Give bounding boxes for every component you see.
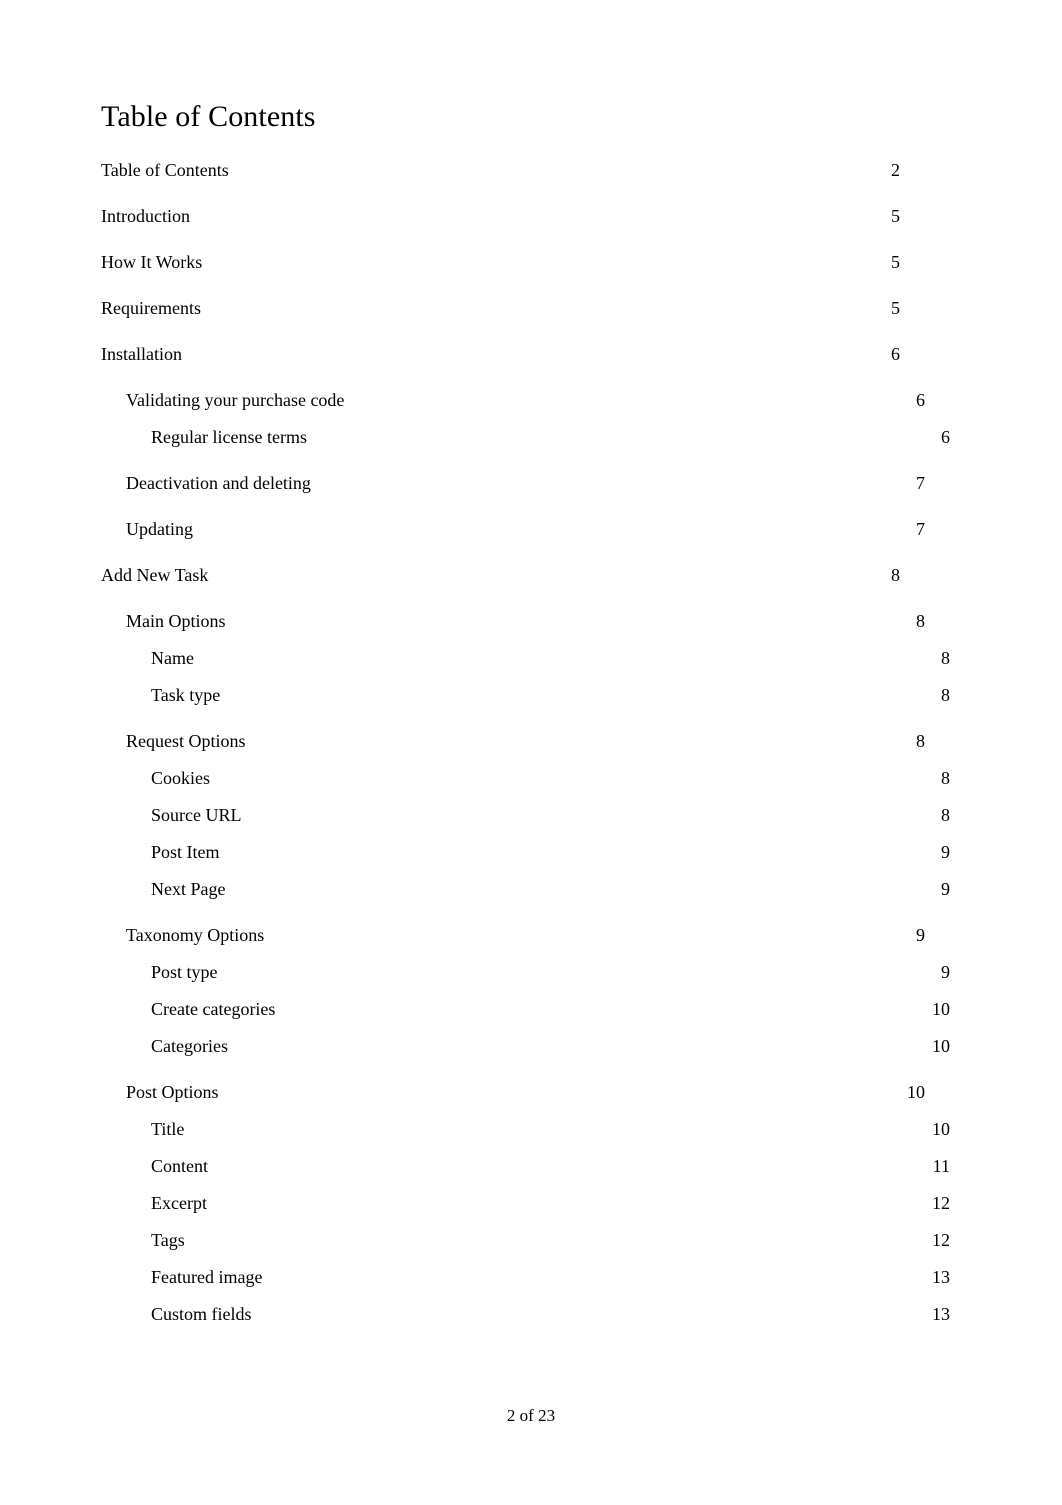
toc-entry[interactable]: Post type 9 (101, 960, 950, 984)
toc-entry[interactable]: Title 10 (101, 1117, 950, 1141)
toc-entry-label: How It Works (101, 252, 203, 272)
toc-entry-page-number: 8 (891, 565, 900, 585)
toc-entry-label: Cookies (151, 768, 211, 788)
toc-entry[interactable]: Featured image 13 (101, 1265, 950, 1289)
toc-entry[interactable]: Validating your purchase code 6 (101, 388, 925, 412)
toc-entry-page-number: 9 (941, 879, 950, 899)
toc-entry-label: Requirements (101, 298, 201, 318)
toc-entry-label: Deactivation and deleting (126, 473, 311, 493)
toc-entry-label: Categories (151, 1036, 228, 1056)
toc-entry-label: Introduction (101, 206, 190, 226)
table-of-contents-list: Table of Contents 2 Introduction 5 How It Wo… (101, 158, 950, 1326)
toc-entry-page-number: 8 (916, 731, 925, 751)
toc-entry-page-number: 8 (941, 805, 950, 825)
toc-entry-label: Content (151, 1156, 208, 1176)
toc-entry-page-number: 10 (932, 1119, 950, 1139)
toc-entry-label: Tags (151, 1230, 185, 1250)
toc-entry[interactable]: Custom fields 13 (101, 1302, 950, 1326)
toc-entry[interactable]: Request Options 8 (101, 729, 925, 753)
toc-entry-page-number: 13 (932, 1267, 950, 1287)
toc-entry[interactable]: Name 8 (101, 646, 950, 670)
toc-entry-label: Excerpt (151, 1193, 207, 1213)
toc-entry-label: Validating your purchase code (126, 390, 345, 410)
toc-entry[interactable]: Deactivation and deleting 7 (101, 471, 925, 495)
toc-entry-label: Custom fields (151, 1304, 252, 1324)
toc-entry[interactable]: Taxonomy Options 9 (101, 923, 925, 947)
toc-entry-label: Installation (101, 344, 182, 364)
toc-entry[interactable]: Main Options 8 (101, 609, 925, 633)
toc-entry-page-number: 8 (941, 648, 950, 668)
toc-entry-page-number: 5 (891, 206, 900, 226)
toc-entry-label: Title (151, 1119, 185, 1139)
toc-entry-page-number: 9 (941, 962, 950, 982)
toc-entry-page-number: 8 (941, 768, 950, 788)
toc-entry[interactable]: Add New Task 8 (101, 563, 900, 587)
toc-entry[interactable]: How It Works 5 (101, 250, 900, 274)
toc-entry-label: Table of Contents (101, 160, 229, 180)
toc-entry-page-number: 10 (932, 999, 950, 1019)
toc-entry[interactable]: Updating 7 (101, 517, 925, 541)
toc-entry[interactable]: Excerpt 12 (101, 1191, 950, 1215)
toc-entry-label: Source URL (151, 805, 242, 825)
toc-entry-page-number: 6 (891, 344, 900, 364)
toc-entry[interactable]: Task type 8 (101, 683, 950, 707)
toc-entry[interactable]: Post Item 9 (101, 840, 950, 864)
page-content: Table of Contents Table of Contents 2 Intr… (101, 98, 950, 1326)
toc-entry-label: Name (151, 648, 194, 668)
toc-entry[interactable]: Cookies 8 (101, 766, 950, 790)
toc-entry[interactable]: Categories 10 (101, 1034, 950, 1058)
toc-entry-page-number: 12 (932, 1193, 950, 1213)
toc-entry-label: Post Item (151, 842, 220, 862)
toc-entry-page-number: 12 (932, 1230, 950, 1250)
page-title: Table of Contents (101, 100, 316, 133)
toc-entry-label: Request Options (126, 731, 246, 751)
toc-entry-label: Regular license terms (151, 427, 307, 447)
toc-entry-page-number: 9 (941, 842, 950, 862)
toc-entry-page-number: 11 (932, 1156, 950, 1176)
toc-entry[interactable]: Tags 12 (101, 1228, 950, 1252)
toc-entry-page-number: 13 (932, 1304, 950, 1324)
toc-entry-label: Taxonomy Options (126, 925, 265, 945)
toc-entry[interactable]: Create categories 10 (101, 997, 950, 1021)
toc-entry[interactable]: Installation 6 (101, 342, 900, 366)
toc-entry-page-number: 9 (916, 925, 925, 945)
toc-entry[interactable]: Content 11 (101, 1154, 950, 1178)
toc-entry[interactable]: Table of Contents 2 (101, 158, 900, 182)
toc-entry-label: Post type (151, 962, 218, 982)
toc-entry-label: Updating (126, 519, 193, 539)
toc-entry[interactable]: Next Page 9 (101, 877, 950, 901)
toc-entry-page-number: 10 (932, 1036, 950, 1056)
toc-entry-label: Add New Task (101, 565, 209, 585)
toc-entry-page-number: 2 (891, 160, 900, 180)
toc-entry[interactable]: Introduction 5 (101, 204, 900, 228)
toc-entry-label: Post Options (126, 1082, 219, 1102)
document-page: Table of Contents Table of Contents 2 Intr… (0, 0, 1062, 1505)
toc-entry-page-number: 7 (916, 473, 925, 493)
toc-entry-page-number: 5 (891, 252, 900, 272)
toc-entry-page-number: 10 (907, 1082, 925, 1102)
toc-entry-label: Task type (151, 685, 221, 705)
toc-entry-label: Next Page (151, 879, 226, 899)
toc-entry-page-number: 8 (916, 611, 925, 631)
toc-entry-label: Main Options (126, 611, 226, 631)
toc-entry-page-number: 8 (941, 685, 950, 705)
toc-entry-label: Create categories (151, 999, 276, 1019)
toc-entry-label: Featured image (151, 1267, 263, 1287)
toc-entry-page-number: 6 (916, 390, 925, 410)
page-footer: 2 of 23 (506, 1406, 556, 1425)
toc-entry[interactable]: Post Options 10 (101, 1080, 925, 1104)
toc-entry[interactable]: Regular license terms 6 (101, 425, 950, 449)
toc-entry-page-number: 6 (941, 427, 950, 447)
toc-entry[interactable]: Requirements 5 (101, 296, 900, 320)
toc-entry-page-number: 7 (916, 519, 925, 539)
toc-entry-page-number: 5 (891, 298, 900, 318)
toc-entry[interactable]: Source URL 8 (101, 803, 950, 827)
